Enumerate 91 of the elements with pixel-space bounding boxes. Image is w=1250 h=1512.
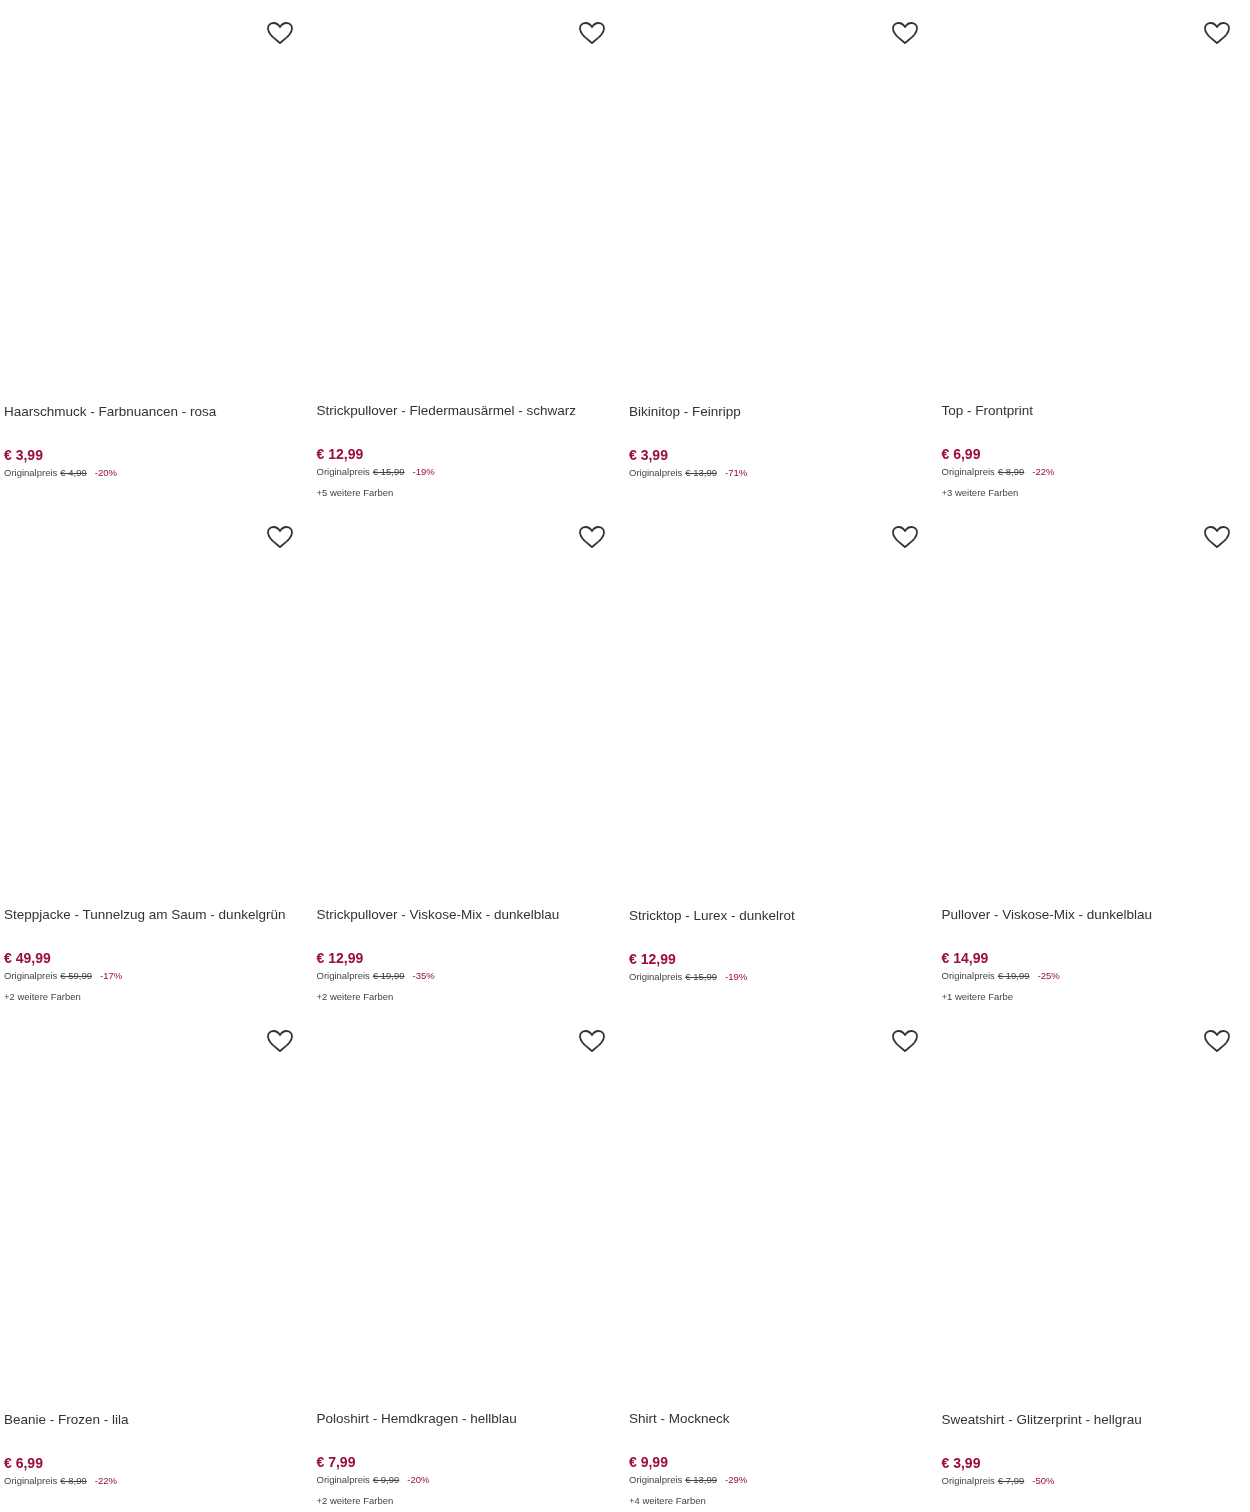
product-title[interactable]: Bikinitop - Feinripp — [629, 402, 934, 422]
product-title[interactable]: Steppjacke - Tunnelzug am Saum - dunkelgrün — [4, 905, 309, 925]
original-price-label: Originalpreis — [941, 969, 995, 983]
product-title[interactable]: Stricktop - Lurex - dunkelrot — [629, 906, 934, 926]
heart-icon — [890, 525, 919, 549]
more-colors[interactable]: +4 weitere Farben — [629, 1494, 934, 1508]
original-price: € 9,99 — [372, 1473, 400, 1487]
product-title[interactable]: Top - Frontprint — [941, 401, 1246, 421]
discount: -35% — [412, 969, 435, 983]
original-price: € 15,99 — [372, 465, 405, 479]
wishlist-button[interactable] — [1202, 20, 1232, 46]
original-price: € 8,99 — [997, 465, 1025, 479]
sale-price: € 12,99 — [316, 949, 365, 967]
heart-icon — [1203, 1029, 1231, 1053]
discount: -50% — [1032, 1474, 1055, 1488]
original-price: € 19,99 — [372, 969, 405, 983]
original-price: € 15,99 — [685, 970, 718, 984]
wishlist-button[interactable] — [264, 1028, 295, 1054]
more-colors[interactable]: +1 weitere Farbe — [941, 990, 1246, 1004]
more-colors[interactable]: +2 weitere Farben — [316, 1494, 621, 1508]
original-price: € 59,99 — [60, 969, 93, 983]
wishlist-button[interactable] — [264, 20, 295, 46]
more-colors[interactable]: +5 weitere Farben — [316, 486, 621, 500]
more-colors[interactable]: +3 weitere Farben — [941, 486, 1246, 500]
discount: -22% — [1032, 465, 1055, 479]
sale-price: € 3,99 — [629, 446, 669, 464]
product-title[interactable]: Shirt - Mockneck — [629, 1409, 934, 1429]
sale-price: € 12,99 — [629, 950, 677, 968]
product-title[interactable]: Strickpullover - Viskose-Mix - dunkelblau — [316, 905, 621, 925]
original-price: € 4,99 — [60, 466, 87, 480]
original-price-label: Originalpreis — [316, 465, 370, 479]
original-price-label: Originalpreis — [4, 1474, 58, 1488]
sale-price: € 6,99 — [4, 1454, 44, 1472]
sale-price: € 9,99 — [629, 1453, 669, 1471]
original-price-label: Originalpreis — [629, 1473, 683, 1487]
discount: -22% — [94, 1474, 117, 1488]
sale-price: € 3,99 — [941, 1454, 982, 1472]
wishlist-button[interactable] — [577, 524, 607, 550]
sale-price: € 7,99 — [316, 1453, 357, 1471]
discount: -29% — [725, 1473, 748, 1487]
sale-price: € 6,99 — [941, 445, 982, 463]
original-price: € 13,99 — [685, 466, 718, 480]
product-title[interactable]: Sweatshirt - Glitzerprint - hellgrau — [941, 1410, 1246, 1430]
original-price: € 13,99 — [685, 1473, 718, 1487]
wishlist-button[interactable] — [889, 20, 920, 46]
discount: -17% — [100, 969, 123, 983]
wishlist-button[interactable] — [889, 524, 920, 550]
original-price-label: Originalpreis — [4, 969, 58, 983]
discount: -71% — [725, 466, 748, 480]
product-title[interactable]: Poloshirt - Hemdkragen - hellblau — [316, 1409, 621, 1429]
original-price-label: Originalpreis — [629, 466, 683, 480]
more-colors[interactable]: +2 weitere Farben — [4, 990, 309, 1004]
original-price-label: Originalpreis — [629, 970, 683, 984]
heart-icon — [265, 1029, 294, 1053]
wishlist-button[interactable] — [264, 524, 295, 550]
heart-icon — [578, 1029, 606, 1053]
discount: -20% — [407, 1473, 430, 1487]
wishlist-button[interactable] — [577, 1028, 607, 1054]
heart-icon — [1203, 525, 1231, 549]
discount: -25% — [1037, 969, 1060, 983]
wishlist-button[interactable] — [889, 1028, 920, 1054]
wishlist-button[interactable] — [1202, 1028, 1232, 1054]
product-title[interactable]: Haarschmuck - Farbnuancen - rosa — [4, 402, 309, 422]
heart-icon — [265, 21, 294, 45]
original-price-label: Originalpreis — [316, 969, 370, 983]
original-price: € 8,99 — [60, 1474, 87, 1488]
product-title[interactable]: Strickpullover - Fledermausärmel - schwarz — [316, 401, 621, 421]
heart-icon — [265, 525, 294, 549]
discount: -19% — [725, 970, 748, 984]
original-price: € 19,99 — [997, 969, 1030, 983]
heart-icon — [890, 1029, 919, 1053]
discount: -20% — [94, 466, 117, 480]
heart-icon — [890, 21, 919, 45]
sale-price: € 3,99 — [4, 446, 44, 464]
heart-icon — [1203, 21, 1231, 45]
product-title[interactable]: Beanie - Frozen - lila — [4, 1410, 309, 1430]
more-colors[interactable]: +2 weitere Farben — [316, 990, 621, 1004]
original-price-label: Originalpreis — [941, 465, 995, 479]
heart-icon — [578, 525, 606, 549]
sale-price: € 12,99 — [316, 445, 365, 463]
discount: -19% — [412, 465, 435, 479]
wishlist-button[interactable] — [1202, 524, 1232, 550]
sale-price: € 49,99 — [4, 949, 52, 967]
original-price-label: Originalpreis — [4, 466, 58, 480]
sale-price: € 14,99 — [941, 949, 990, 967]
heart-icon — [578, 21, 606, 45]
original-price: € 7,99 — [997, 1474, 1025, 1488]
original-price-label: Originalpreis — [941, 1474, 995, 1488]
product-title[interactable]: Pullover - Viskose-Mix - dunkelblau — [941, 905, 1246, 925]
wishlist-button[interactable] — [577, 20, 607, 46]
original-price-label: Originalpreis — [316, 1473, 370, 1487]
